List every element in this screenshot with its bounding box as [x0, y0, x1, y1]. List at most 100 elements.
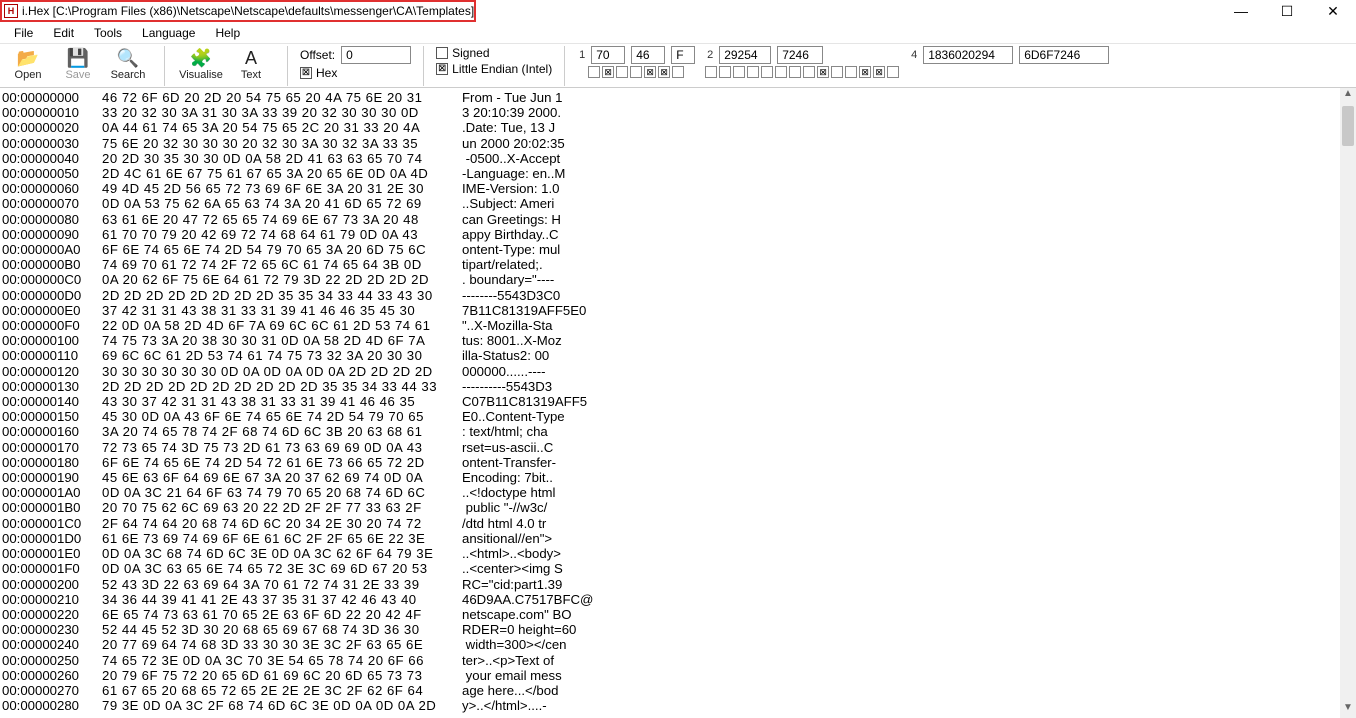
hex-row[interactable]: 00:0000026020 79 6F 75 72 20 65 6D 61 69… — [2, 668, 1354, 683]
hex-row[interactable]: 00:0000025074 65 72 3E 0D 0A 3C 70 3E 54… — [2, 653, 1354, 668]
bit-box[interactable] — [672, 66, 684, 78]
scroll-down-icon[interactable]: ▼ — [1340, 702, 1356, 718]
hex-row[interactable]: 00:0000000046 72 6F 6D 20 2D 20 54 75 65… — [2, 90, 1354, 105]
hex-address: 00:00000190 — [2, 470, 102, 485]
hex-address: 00:00000180 — [2, 455, 102, 470]
value1-char[interactable] — [671, 46, 695, 64]
hex-row[interactable]: 00:0000001033 20 32 30 3A 31 30 3A 33 39… — [2, 105, 1354, 120]
hex-row[interactable]: 00:000001A00D 0A 3C 21 64 6F 63 74 79 70… — [2, 485, 1354, 500]
hex-bytes: 33 20 32 30 3A 31 30 3A 33 39 20 32 30 3… — [102, 105, 442, 120]
minimize-button[interactable]: — — [1218, 0, 1264, 22]
bit-box[interactable] — [705, 66, 717, 78]
hex-row[interactable]: 00:000000200A 44 61 74 65 3A 20 54 75 65… — [2, 120, 1354, 135]
hex-ascii: : text/html; cha — [442, 424, 548, 439]
bit-box[interactable] — [630, 66, 642, 78]
hex-row[interactable]: 00:0000004020 2D 30 35 30 30 0D 0A 58 2D… — [2, 151, 1354, 166]
bit-box[interactable]: ⊠ — [817, 66, 829, 78]
bit-box[interactable] — [588, 66, 600, 78]
hex-bytes: 6E 65 74 73 63 61 70 65 2E 63 6F 6D 22 2… — [102, 607, 442, 622]
bit-box[interactable]: ⊠ — [602, 66, 614, 78]
bit-box[interactable]: ⊠ — [644, 66, 656, 78]
hex-row[interactable]: 00:0000012030 30 30 30 30 30 0D 0A 0D 0A… — [2, 364, 1354, 379]
value1-dec[interactable] — [591, 46, 625, 64]
menu-edit[interactable]: Edit — [43, 24, 84, 42]
maximize-button[interactable]: ☐ — [1264, 0, 1310, 22]
signed-checkbox[interactable] — [436, 47, 448, 59]
hex-row[interactable]: 00:0000008063 61 6E 20 47 72 65 65 74 69… — [2, 212, 1354, 227]
value4-hex[interactable] — [1019, 46, 1109, 64]
hex-row[interactable]: 00:000000E037 42 31 31 43 38 31 33 31 39… — [2, 303, 1354, 318]
offset-input[interactable] — [341, 46, 411, 64]
hex-row[interactable]: 00:000001F00D 0A 3C 63 65 6E 74 65 72 3E… — [2, 561, 1354, 576]
bit-box[interactable] — [845, 66, 857, 78]
value2-hex[interactable] — [777, 46, 823, 64]
bit-box[interactable] — [831, 66, 843, 78]
bit-box[interactable] — [789, 66, 801, 78]
hex-row[interactable]: 00:000000C00A 20 62 6F 75 6E 64 61 72 79… — [2, 272, 1354, 287]
scroll-thumb[interactable] — [1342, 106, 1354, 146]
close-button[interactable]: ✕ — [1310, 0, 1356, 22]
hex-row[interactable]: 00:000000502D 4C 61 6E 67 75 61 67 65 3A… — [2, 166, 1354, 181]
hex-row[interactable]: 00:000001302D 2D 2D 2D 2D 2D 2D 2D 2D 2D… — [2, 379, 1354, 394]
bit-box[interactable] — [887, 66, 899, 78]
hex-row[interactable]: 00:0000020052 43 3D 22 63 69 64 3A 70 61… — [2, 577, 1354, 592]
hex-row[interactable]: 00:000001D061 6E 73 69 74 69 6F 6E 61 6C… — [2, 531, 1354, 546]
bit-box[interactable] — [775, 66, 787, 78]
visualise-button[interactable]: 🧩Visualise — [177, 46, 225, 81]
hex-row[interactable]: 00:0000011069 6C 6C 61 2D 53 74 61 74 75… — [2, 348, 1354, 363]
hex-row[interactable]: 00:0000027061 67 65 20 68 65 72 65 2E 2E… — [2, 683, 1354, 698]
bit-box[interactable]: ⊠ — [658, 66, 670, 78]
bit-box[interactable] — [719, 66, 731, 78]
hex-checkbox[interactable]: ⊠ — [300, 67, 312, 79]
value1-hex[interactable] — [631, 46, 665, 64]
offset-label: Offset: — [300, 48, 335, 62]
value2-dec[interactable] — [719, 46, 771, 64]
hex-row[interactable]: 00:0000019045 6E 63 6F 64 69 6E 67 3A 20… — [2, 470, 1354, 485]
hex-row[interactable]: 00:0000024020 77 69 64 74 68 3D 33 30 30… — [2, 637, 1354, 652]
hex-bytes: 2D 4C 61 6E 67 75 61 67 65 3A 20 65 6E 0… — [102, 166, 442, 181]
hex-row[interactable]: 00:0000017072 73 65 74 3D 75 73 2D 61 73… — [2, 440, 1354, 455]
hex-row[interactable]: 00:0000014043 30 37 42 31 31 43 38 31 33… — [2, 394, 1354, 409]
bit-box[interactable]: ⊠ — [859, 66, 871, 78]
open-button[interactable]: 📂Open — [4, 46, 52, 81]
bit-box[interactable] — [761, 66, 773, 78]
bit-box[interactable] — [803, 66, 815, 78]
bit-box[interactable] — [733, 66, 745, 78]
hex-view[interactable]: 00:0000000046 72 6F 6D 20 2D 20 54 75 65… — [0, 88, 1356, 715]
hex-row[interactable]: 00:000000F022 0D 0A 58 2D 4D 6F 7A 69 6C… — [2, 318, 1354, 333]
search-button[interactable]: 🔍Search — [104, 46, 152, 81]
hex-row[interactable]: 00:000000700D 0A 53 75 62 6A 65 63 74 3A… — [2, 196, 1354, 211]
vertical-scrollbar[interactable]: ▲ ▼ — [1340, 88, 1356, 718]
save-button[interactable]: 💾Save — [54, 46, 102, 81]
hex-row[interactable]: 00:000000A06F 6E 74 65 6E 74 2D 54 79 70… — [2, 242, 1354, 257]
hex-row[interactable]: 00:000001806F 6E 74 65 6E 74 2D 54 72 61… — [2, 455, 1354, 470]
hex-row[interactable]: 00:0000023052 44 45 52 3D 30 20 68 65 69… — [2, 622, 1354, 637]
menu-file[interactable]: File — [4, 24, 43, 42]
menu-help[interactable]: Help — [205, 24, 250, 42]
hex-row[interactable]: 00:0000003075 6E 20 32 30 30 30 20 32 30… — [2, 136, 1354, 151]
menu-tools[interactable]: Tools — [84, 24, 132, 42]
text-button[interactable]: AText — [227, 46, 275, 81]
hex-row[interactable]: 00:000001603A 20 74 65 78 74 2F 68 74 6D… — [2, 424, 1354, 439]
hex-row[interactable]: 00:0000009061 70 70 79 20 42 69 72 74 68… — [2, 227, 1354, 242]
hex-row[interactable]: 00:000000B074 69 70 61 72 74 2F 72 65 6C… — [2, 257, 1354, 272]
hex-row[interactable]: 00:0000006049 4D 45 2D 56 65 72 73 69 6F… — [2, 181, 1354, 196]
hex-address: 00:00000210 — [2, 592, 102, 607]
hex-row[interactable]: 00:0000015045 30 0D 0A 43 6F 6E 74 65 6E… — [2, 409, 1354, 424]
bit-box[interactable]: ⊠ — [873, 66, 885, 78]
value4-dec[interactable] — [923, 46, 1013, 64]
hex-row[interactable]: 00:000001C02F 64 74 64 20 68 74 6D 6C 20… — [2, 516, 1354, 531]
hex-row[interactable]: 00:000001B020 70 75 62 6C 69 63 20 22 2D… — [2, 500, 1354, 515]
menu-language[interactable]: Language — [132, 24, 205, 42]
hex-row[interactable]: 00:000000D02D 2D 2D 2D 2D 2D 2D 2D 35 35… — [2, 288, 1354, 303]
hex-row[interactable]: 00:000001E00D 0A 3C 68 74 6D 6C 3E 0D 0A… — [2, 546, 1354, 561]
hex-ascii: public "-//w3c/ — [442, 500, 547, 515]
bit-box[interactable] — [747, 66, 759, 78]
hex-row[interactable]: 00:0000028079 3E 0D 0A 3C 2F 68 74 6D 6C… — [2, 698, 1354, 713]
endian-checkbox[interactable]: ⊠ — [436, 63, 448, 75]
scroll-up-icon[interactable]: ▲ — [1340, 88, 1356, 104]
hex-row[interactable]: 00:000002206E 65 74 73 63 61 70 65 2E 63… — [2, 607, 1354, 622]
hex-row[interactable]: 00:0000021034 36 44 39 41 41 2E 43 37 35… — [2, 592, 1354, 607]
bit-box[interactable] — [616, 66, 628, 78]
hex-row[interactable]: 00:0000010074 75 73 3A 20 38 30 30 31 0D… — [2, 333, 1354, 348]
